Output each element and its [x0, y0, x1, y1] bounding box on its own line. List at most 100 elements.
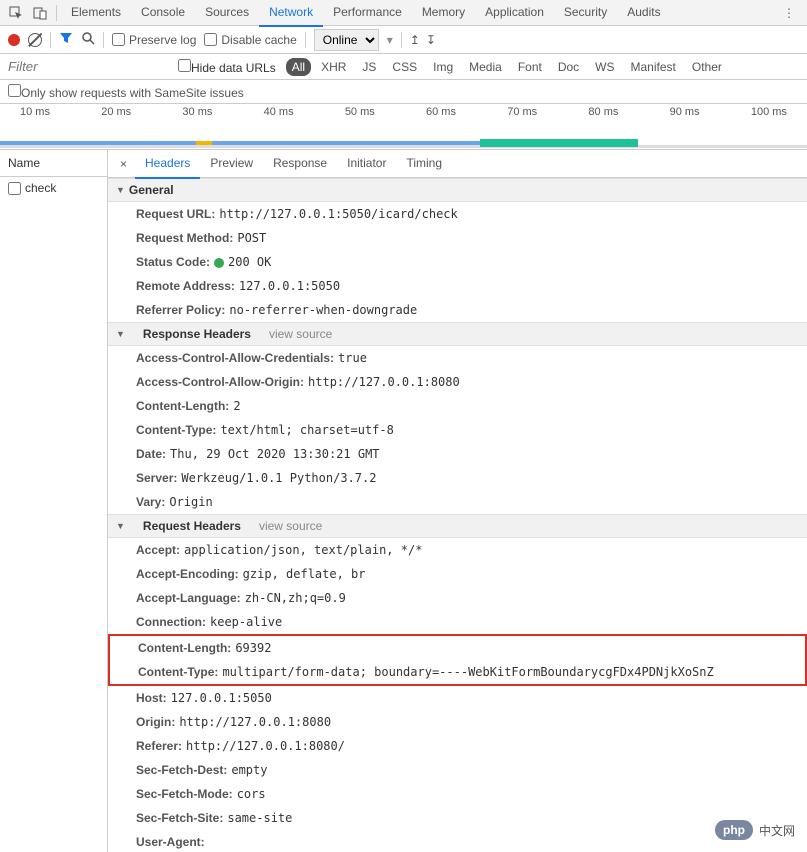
separator [401, 32, 402, 48]
header-value: 127.0.0.1:5050 [171, 689, 272, 707]
record-button[interactable] [8, 34, 20, 46]
section-header[interactable]: ▼Request Headersview source [108, 514, 807, 538]
separator [305, 32, 306, 48]
header-value: Werkzeug/1.0.1 Python/3.7.2 [181, 469, 376, 487]
filter-chip-ws[interactable]: WS [589, 58, 620, 76]
section-header[interactable]: ▼General [108, 178, 807, 202]
header-row: Server:Werkzeug/1.0.1 Python/3.7.2 [108, 466, 807, 490]
filter-chip-xhr[interactable]: XHR [315, 58, 352, 76]
tab-console[interactable]: Console [131, 0, 195, 26]
filter-chip-js[interactable]: JS [356, 58, 382, 76]
header-value: http://127.0.0.1:8080 [179, 713, 331, 731]
request-checkbox[interactable] [8, 182, 21, 195]
tab-memory[interactable]: Memory [412, 0, 475, 26]
tab-application[interactable]: Application [475, 0, 554, 26]
timeline-tick: 60 ms [426, 106, 456, 118]
filter-toggle-icon[interactable] [59, 31, 73, 48]
upload-har-icon[interactable]: ↥ [410, 33, 420, 47]
search-icon[interactable] [81, 31, 95, 48]
header-key: Accept-Language: [136, 589, 241, 607]
section-title: Response Headers [143, 327, 251, 341]
throttling-settings-icon[interactable]: ▾ [387, 33, 393, 47]
samesite-checkbox[interactable]: Only show requests with SameSite issues [8, 84, 244, 100]
header-row: User-Agent:Mozilla/5.0 (Windows NT 6.1; … [108, 830, 807, 852]
device-toggle-icon[interactable] [32, 5, 48, 21]
header-row: Access-Control-Allow-Origin:http://127.0… [108, 370, 807, 394]
tab-performance[interactable]: Performance [323, 0, 412, 26]
tab-audits[interactable]: Audits [617, 0, 670, 26]
header-key: Referrer Policy: [136, 301, 225, 319]
filter-input[interactable] [8, 59, 168, 74]
header-row: Request Method:POST [108, 226, 807, 250]
separator [103, 32, 104, 48]
throttling-select[interactable]: Online [314, 29, 379, 51]
timeline-tick: 20 ms [101, 106, 131, 118]
filter-chip-all[interactable]: All [286, 58, 311, 76]
header-key: Content-Type: [136, 421, 216, 439]
header-value: no-referrer-when-downgrade [229, 301, 417, 319]
filter-chip-manifest[interactable]: Manifest [625, 58, 682, 76]
timeline-overview[interactable]: 10 ms20 ms30 ms40 ms50 ms60 ms70 ms80 ms… [0, 104, 807, 150]
preserve-log-checkbox[interactable]: Preserve log [112, 33, 196, 47]
section-header[interactable]: ▼Response Headersview source [108, 322, 807, 346]
timeline-tick: 90 ms [670, 106, 700, 118]
timeline-tick: 40 ms [264, 106, 294, 118]
header-key: Date: [136, 445, 166, 463]
view-source-link[interactable]: view source [269, 327, 332, 341]
clear-button[interactable] [28, 33, 42, 47]
filter-chip-media[interactable]: Media [463, 58, 508, 76]
request-list-pane: Name check [0, 150, 108, 852]
disable-cache-checkbox[interactable]: Disable cache [204, 33, 296, 47]
section-title: Request Headers [143, 519, 241, 533]
detail-tab-response[interactable]: Response [263, 150, 337, 178]
download-har-icon[interactable]: ↧ [426, 33, 436, 47]
header-row: Referrer Policy:no-referrer-when-downgra… [108, 298, 807, 322]
request-row[interactable]: check [0, 177, 107, 199]
header-row: Content-Length:69392 [110, 636, 805, 660]
header-row: Referer:http://127.0.0.1:8080/ [108, 734, 807, 758]
header-value: POST [237, 229, 266, 247]
header-value: Origin [169, 493, 212, 511]
detail-tab-preview[interactable]: Preview [200, 150, 263, 178]
devtools-tabstrip: ElementsConsoleSourcesNetworkPerformance… [0, 0, 807, 26]
more-menu-icon[interactable]: ⋮ [775, 6, 803, 20]
header-key: Request Method: [136, 229, 233, 247]
filter-chip-img[interactable]: Img [427, 58, 459, 76]
detail-tab-initiator[interactable]: Initiator [337, 150, 396, 178]
header-value: cors [237, 785, 266, 803]
hide-data-urls-checkbox[interactable]: Hide data URLs [178, 59, 276, 75]
tab-sources[interactable]: Sources [195, 0, 259, 26]
view-source-link[interactable]: view source [259, 519, 322, 533]
highlight-annotation: Content-Length:69392Content-Type:multipa… [108, 634, 807, 686]
timeline-bar [196, 141, 212, 145]
header-key: Content-Type: [138, 663, 218, 681]
header-key: Remote Address: [136, 277, 235, 295]
header-key: User-Agent: [136, 833, 205, 851]
header-value: 69392 [235, 639, 271, 657]
timeline-tick: 70 ms [507, 106, 537, 118]
header-row: Remote Address:127.0.0.1:5050 [108, 274, 807, 298]
header-key: Connection: [136, 613, 206, 631]
separator [56, 5, 57, 21]
header-key: Access-Control-Allow-Credentials: [136, 349, 334, 367]
filter-chip-font[interactable]: Font [512, 58, 548, 76]
header-key: Server: [136, 469, 177, 487]
header-value: same-site [227, 809, 292, 827]
header-row: Host:127.0.0.1:5050 [108, 686, 807, 710]
detail-tab-timing[interactable]: Timing [396, 150, 452, 178]
tab-security[interactable]: Security [554, 0, 617, 26]
tab-network[interactable]: Network [259, 0, 323, 27]
close-detail-icon[interactable]: × [112, 157, 135, 171]
timeline-tick: 80 ms [588, 106, 618, 118]
detail-tab-headers[interactable]: Headers [135, 150, 200, 179]
filter-chip-other[interactable]: Other [686, 58, 728, 76]
filter-chip-doc[interactable]: Doc [552, 58, 585, 76]
header-key: Sec-Fetch-Dest: [136, 761, 227, 779]
inspect-icon[interactable] [8, 5, 24, 21]
header-value: zh-CN,zh;q=0.9 [245, 589, 346, 607]
filter-chip-css[interactable]: CSS [386, 58, 423, 76]
header-key: Origin: [136, 713, 175, 731]
header-value: true [338, 349, 367, 367]
name-column-header[interactable]: Name [0, 150, 107, 177]
tab-elements[interactable]: Elements [61, 0, 131, 26]
